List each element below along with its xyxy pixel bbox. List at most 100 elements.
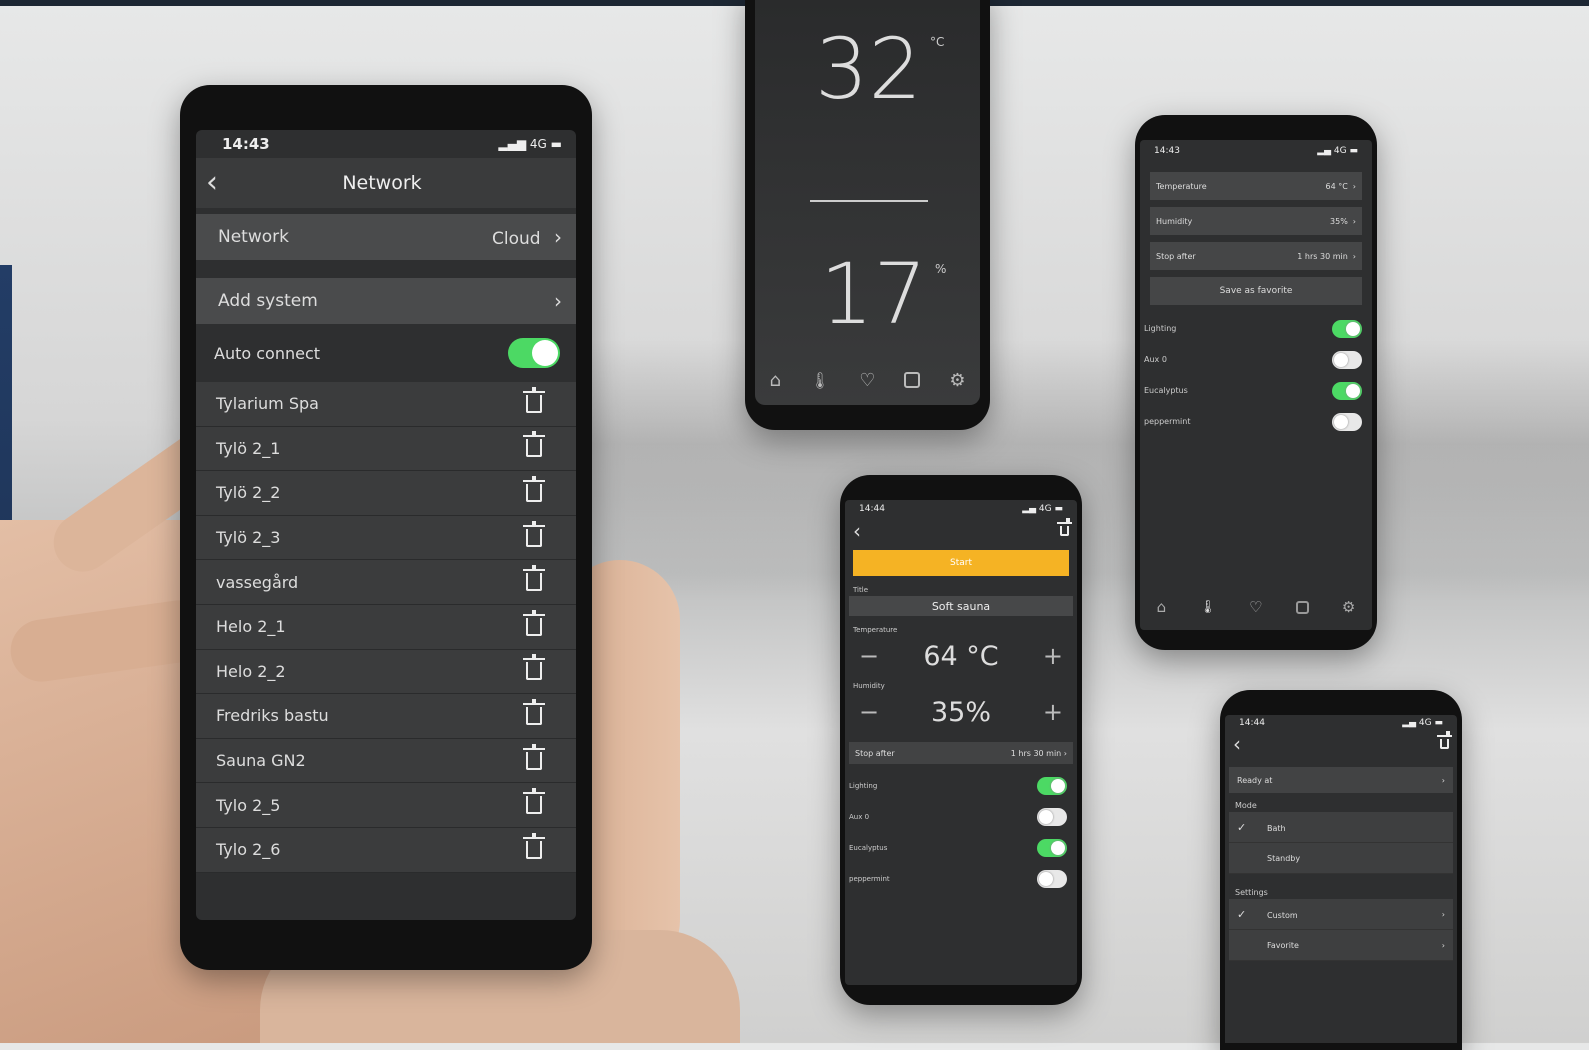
- status-time: 14:44: [1239, 718, 1265, 728]
- settings-list: ✓ Custom › Favorite ›: [1229, 899, 1453, 961]
- setting-row[interactable]: Temperature 64 °C ›: [1150, 172, 1362, 200]
- toggle-switch[interactable]: [1037, 838, 1067, 857]
- title-field[interactable]: Soft sauna: [849, 596, 1073, 616]
- toggle-switch[interactable]: [1037, 807, 1067, 826]
- back-icon[interactable]: ‹: [206, 168, 218, 198]
- humidity-label: Humidity: [853, 682, 885, 690]
- setting-row[interactable]: Humidity 35% ›: [1150, 207, 1362, 235]
- system-row[interactable]: Tylo 2_5: [196, 783, 576, 828]
- system-row[interactable]: Fredriks bastu: [196, 694, 576, 739]
- system-row[interactable]: Sauna GN2: [196, 739, 576, 784]
- save-favorite-button[interactable]: Save as favorite: [1150, 277, 1362, 305]
- system-row[interactable]: Tylö 2_1: [196, 427, 576, 472]
- minus-button[interactable]: −: [859, 698, 879, 726]
- toggle-switch[interactable]: [1332, 319, 1362, 338]
- setting-row[interactable]: Stop after 1 hrs 30 min ›: [1150, 242, 1362, 270]
- home-icon[interactable]: ⌂: [1157, 598, 1167, 616]
- system-name: vassegård: [216, 572, 299, 592]
- calendar-icon[interactable]: [904, 372, 921, 388]
- trash-icon[interactable]: [523, 565, 545, 592]
- add-system-row[interactable]: Add system ›: [196, 278, 576, 324]
- trash-icon[interactable]: [523, 475, 545, 502]
- check-icon: ✓: [1237, 907, 1247, 921]
- calendar-icon[interactable]: [1295, 600, 1309, 614]
- thermometer-icon[interactable]: 🌡︎: [1199, 600, 1216, 615]
- settings-label: Settings: [1235, 888, 1268, 897]
- toggle-row: Aux 0: [1140, 344, 1372, 375]
- option-row[interactable]: Standby: [1229, 843, 1453, 874]
- option-row[interactable]: Favorite ›: [1229, 930, 1453, 961]
- trash-icon[interactable]: [523, 654, 545, 681]
- thermometer-icon[interactable]: 🌡︎: [810, 371, 830, 390]
- auto-connect-toggle[interactable]: [508, 338, 560, 368]
- option-label: Custom: [1267, 910, 1298, 920]
- bottom-right-phone-screen: 14:44 ▂▄ 4G ▬ ‹ Ready at › Mode ✓ Bath Sta…: [1225, 715, 1457, 1043]
- toggle-switch[interactable]: [1332, 412, 1362, 431]
- network-type: 4G: [1333, 146, 1347, 156]
- trash-icon[interactable]: [1057, 518, 1072, 536]
- toggle-switch[interactable]: [1332, 350, 1362, 369]
- title-label: Title: [853, 586, 869, 594]
- status-bar: 14:43 ▂▄ 4G ▬: [1140, 140, 1372, 162]
- stop-after-row[interactable]: Stop after 1 hrs 30 min ›: [849, 742, 1073, 764]
- heart-icon[interactable]: ♡: [1249, 598, 1262, 616]
- trash-icon[interactable]: [1437, 731, 1452, 749]
- network-row[interactable]: Network Cloud ›: [196, 214, 576, 260]
- toggle-knob: [1039, 871, 1053, 886]
- start-button[interactable]: Start: [853, 550, 1069, 576]
- back-icon[interactable]: ‹: [853, 519, 861, 543]
- toggle-label: peppermint: [849, 874, 890, 883]
- header-bar: ‹: [845, 518, 1077, 544]
- trash-icon[interactable]: [523, 386, 545, 413]
- toggle-switch[interactable]: [1037, 776, 1067, 795]
- trash-icon[interactable]: [523, 431, 545, 458]
- setting-value: 64 °C: [1325, 181, 1348, 191]
- toggle-knob: [532, 340, 558, 366]
- trash-icon[interactable]: [523, 609, 545, 636]
- gear-icon[interactable]: ⚙: [1342, 598, 1355, 616]
- heart-icon[interactable]: ♡: [859, 370, 875, 391]
- ready-at-row[interactable]: Ready at ›: [1229, 767, 1453, 793]
- trash-icon[interactable]: [523, 832, 545, 859]
- option-row[interactable]: ✓ Bath: [1229, 812, 1453, 843]
- back-icon[interactable]: ‹: [1233, 732, 1241, 756]
- system-row[interactable]: Tylö 2_3: [196, 516, 576, 561]
- status-time: 14:44: [859, 504, 885, 514]
- toggle-label: Aux 0: [1144, 355, 1167, 364]
- minus-button[interactable]: −: [859, 642, 879, 670]
- top-phone-screen: 32 °C 17 % ⌂ 🌡︎ ♡ ⚙: [755, 0, 980, 405]
- bottom-right-phone: 14:44 ▂▄ 4G ▬ ‹ Ready at › Mode ✓ Bath Sta…: [1220, 690, 1462, 1050]
- home-icon[interactable]: ⌂: [769, 370, 780, 391]
- trash-icon[interactable]: [523, 698, 545, 725]
- system-row[interactable]: Helo 2_1: [196, 605, 576, 650]
- system-row[interactable]: Tylarium Spa: [196, 382, 576, 427]
- trash-icon[interactable]: [523, 520, 545, 547]
- temperature-unit: °C: [930, 35, 945, 49]
- network-type: 4G: [529, 137, 547, 151]
- toggle-knob: [1051, 778, 1065, 793]
- stop-after-value-wrap: 1 hrs 30 min ›: [1011, 749, 1067, 758]
- plus-button[interactable]: +: [1043, 642, 1063, 670]
- system-row[interactable]: vassegård: [196, 560, 576, 605]
- plus-button[interactable]: +: [1043, 698, 1063, 726]
- stop-after-value: 1 hrs 30 min: [1010, 748, 1062, 758]
- setting-value-wrap: 64 °C ›: [1325, 182, 1356, 191]
- toggle-switch[interactable]: [1332, 381, 1362, 400]
- option-label: Standby: [1267, 853, 1301, 863]
- trash-icon[interactable]: [523, 788, 545, 815]
- toggle-list: Lighting Aux 0 Eucalyptus peppermint: [1140, 313, 1372, 437]
- status-icons: ▂▄ 4G ▬: [1022, 504, 1063, 514]
- option-row[interactable]: ✓ Custom ›: [1229, 899, 1453, 930]
- trash-icon[interactable]: [523, 743, 545, 770]
- toggle-knob: [1334, 414, 1348, 429]
- system-row[interactable]: Tylö 2_2: [196, 471, 576, 516]
- network-value: Cloud: [492, 229, 541, 249]
- toggle-switch[interactable]: [1037, 869, 1067, 888]
- system-name: Tylarium Spa: [216, 394, 319, 414]
- gear-icon[interactable]: ⚙: [949, 370, 965, 391]
- toggle-row: Aux 0: [845, 801, 1077, 832]
- chevron-right-icon: ›: [1352, 216, 1356, 226]
- system-row[interactable]: Tylo 2_6: [196, 828, 576, 873]
- status-time: 14:43: [1154, 146, 1180, 156]
- system-row[interactable]: Helo 2_2: [196, 650, 576, 695]
